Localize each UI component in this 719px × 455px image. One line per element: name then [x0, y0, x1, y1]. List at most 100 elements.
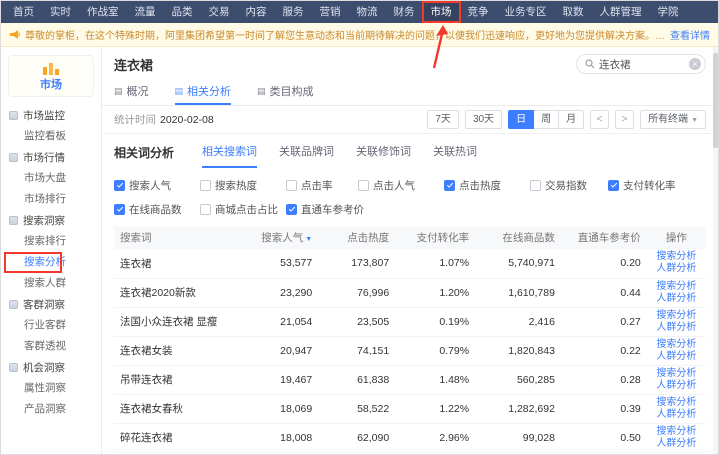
nav-item[interactable]: 内容 — [238, 1, 275, 23]
column-header[interactable]: 点击热度 — [318, 226, 395, 249]
sidebar-item[interactable]: 市场排行 — [1, 189, 101, 210]
action-link[interactable]: 搜索分析 — [653, 251, 700, 263]
tab-related-analysis-active[interactable]: ▤相关分析 — [175, 79, 232, 105]
document-icon: ▤ — [175, 86, 184, 97]
nav-item[interactable]: 学院 — [650, 1, 687, 23]
word-type-tab[interactable]: 关联修饰词 — [356, 143, 411, 168]
metric-label: 点击人气 — [373, 178, 415, 193]
granularity-button[interactable]: 日 — [508, 110, 534, 129]
nav-item[interactable]: 营销 — [312, 1, 349, 23]
sidebar-item[interactable]: 监控看板 — [1, 126, 101, 147]
nav-item-market-active[interactable]: 市场 — [423, 1, 460, 23]
nav-item[interactable]: 业务专区 — [497, 1, 555, 23]
action-link[interactable]: 搜索分析 — [653, 368, 700, 380]
action-link[interactable]: 人群分析 — [653, 380, 700, 392]
sidebar-item[interactable]: 行业客群 — [1, 315, 101, 336]
actions-cell: 搜索分析人群分析 — [647, 423, 706, 452]
metric-checkbox[interactable]: 搜索人气 — [114, 178, 200, 193]
action-link[interactable]: 人群分析 — [653, 322, 700, 334]
metric-checkbox[interactable]: 交易指数 — [530, 178, 608, 193]
sidebar-group[interactable]: 搜索洞察 — [1, 210, 101, 231]
time-filter-row: 统计时间2020-02-08 7天30天日周月<>所有终端▼ — [102, 106, 718, 134]
action-link[interactable]: 人群分析 — [653, 263, 700, 275]
nav-item[interactable]: 取数 — [555, 1, 592, 23]
column-header[interactable]: 支付转化率 — [395, 226, 475, 249]
granularity-button[interactable]: 月 — [558, 110, 584, 129]
metric-cell: 74,151 — [318, 336, 395, 365]
word-type-tab[interactable]: 关联品牌词 — [279, 143, 334, 168]
metric-checkbox[interactable]: 搜索热度 — [200, 178, 286, 193]
column-header[interactable]: 操作 — [647, 226, 706, 249]
granularity-button[interactable]: 周 — [533, 110, 559, 129]
action-link[interactable]: 搜索分析 — [653, 397, 700, 409]
column-header[interactable]: 在线商品数 — [475, 226, 561, 249]
quick-range-button[interactable]: 7天 — [427, 110, 459, 129]
metric-label: 搜索人气 — [129, 178, 171, 193]
action-link[interactable]: 搜索分析 — [653, 281, 700, 293]
tab-item[interactable]: ▤类目构成 — [257, 79, 314, 105]
sort-desc-icon: ▼ — [305, 236, 312, 243]
notice-text: 尊敬的掌柜，在这个特殊时期，阿里集团希望第一时间了解您生意动态和当前期待解决的问… — [25, 27, 665, 42]
keyword-search-input[interactable]: 连衣裙 × — [576, 54, 706, 74]
nav-item[interactable]: 财务 — [386, 1, 423, 23]
scrollbar[interactable] — [713, 47, 718, 455]
metric-cell: 23,505 — [318, 307, 395, 336]
prev-date-button[interactable]: < — [590, 110, 609, 129]
metric-cell: 0.39 — [561, 394, 647, 423]
column-header[interactable]: 搜索人气▼ — [241, 226, 318, 249]
column-header[interactable]: 搜索词 — [114, 226, 241, 249]
nav-item[interactable]: 流量 — [127, 1, 164, 23]
next-date-button[interactable]: > — [615, 110, 634, 129]
sidebar-item[interactable]: 属性洞察 — [1, 378, 101, 399]
metric-checkbox[interactable]: 直通车参考价 — [286, 202, 358, 217]
metric-checkbox[interactable]: 商城点击占比 — [200, 202, 286, 217]
sidebar-group[interactable]: 机会洞察 — [1, 357, 101, 378]
action-link[interactable]: 人群分析 — [653, 293, 700, 305]
nav-item[interactable]: 品类 — [164, 1, 201, 23]
action-link[interactable]: 人群分析 — [653, 438, 700, 450]
nav-item[interactable]: 服务 — [275, 1, 312, 23]
sidebar-group[interactable]: 市场监控 — [1, 105, 101, 126]
action-link[interactable]: 搜索分析 — [653, 339, 700, 351]
annotation-arrow — [427, 22, 451, 70]
table-row: 吊带连衣裙19,46761,8381.48%560,2850.28搜索分析人群分… — [114, 365, 706, 394]
nav-item[interactable]: 竞争 — [460, 1, 497, 23]
action-link[interactable]: 搜索分析 — [653, 426, 700, 438]
nav-item[interactable]: 人群管理 — [592, 1, 650, 23]
metric-cell: 0.22 — [561, 336, 647, 365]
clear-icon[interactable]: × — [689, 58, 701, 70]
action-link[interactable]: 人群分析 — [653, 409, 700, 421]
sidebar-group[interactable]: 市场行情 — [1, 147, 101, 168]
sidebar-item[interactable]: 市场大盘 — [1, 168, 101, 189]
nav-item[interactable]: 首页 — [5, 1, 42, 23]
action-link[interactable]: 人群分析 — [653, 351, 700, 363]
word-tab-related-search-active[interactable]: 相关搜索词 — [202, 143, 257, 168]
action-link[interactable]: 搜索分析 — [653, 310, 700, 322]
metric-checkbox[interactable]: 支付转化率 — [608, 178, 700, 193]
metric-checkbox[interactable]: 点击人气 — [358, 178, 444, 193]
terminal-select[interactable]: 所有终端▼ — [640, 110, 706, 129]
nav-item[interactable]: 交易 — [201, 1, 238, 23]
quick-range-button[interactable]: 30天 — [465, 110, 502, 129]
column-header[interactable]: 直通车参考价 — [561, 226, 647, 249]
metric-cell: 61,838 — [318, 365, 395, 394]
tab-item[interactable]: ▤概况 — [114, 79, 149, 105]
word-type-tab[interactable]: 关联热词 — [433, 143, 477, 168]
nav-item[interactable]: 作战室 — [79, 1, 127, 23]
sidebar-item-search-analysis-active[interactable]: 搜索分析 — [1, 252, 101, 273]
sidebar-item[interactable]: 产品洞察 — [1, 399, 101, 420]
keywords-table: 搜索词搜索人气▼点击热度支付转化率在线商品数直通车参考价操作 连衣裙53,577… — [114, 226, 706, 455]
top-navbar: 首页实时作战室流量品类交易内容服务营销物流财务市场竞争业务专区取数人群管理学院 — [1, 1, 718, 23]
sidebar-item[interactable]: 搜索人群 — [1, 273, 101, 294]
metric-checkbox[interactable]: 点击率 — [286, 178, 358, 193]
scrollbar-thumb[interactable] — [713, 53, 718, 148]
sidebar-group[interactable]: 客群洞察 — [1, 294, 101, 315]
nav-item[interactable]: 物流 — [349, 1, 386, 23]
metric-checkbox[interactable]: 在线商品数 — [114, 202, 200, 217]
keywords-table-wrap: 搜索词搜索人气▼点击热度支付转化率在线商品数直通车参考价操作 连衣裙53,577… — [102, 224, 718, 455]
notice-detail-link[interactable]: 查看详情 — [670, 27, 710, 42]
nav-item[interactable]: 实时 — [42, 1, 79, 23]
sidebar-item[interactable]: 搜索排行 — [1, 231, 101, 252]
sidebar-item[interactable]: 客群透视 — [1, 336, 101, 357]
metric-checkbox[interactable]: 点击热度 — [444, 178, 530, 193]
